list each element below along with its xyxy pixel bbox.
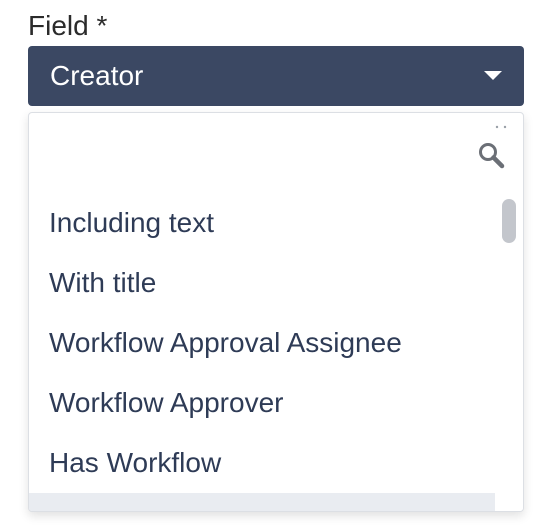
field-dropdown-menu: Including text With title Workflow Appro… bbox=[28, 112, 524, 512]
dropdown-option-highlighted[interactable]: Complies bbox=[29, 493, 495, 511]
field-select-value: Creator bbox=[50, 60, 144, 91]
dropdown-search-row bbox=[29, 113, 523, 193]
scrollbar-thumb[interactable] bbox=[502, 199, 516, 243]
caret-down-icon[interactable] bbox=[484, 71, 502, 80]
resize-dots-icon bbox=[495, 125, 507, 129]
field-label: Field * bbox=[28, 10, 108, 41]
dropdown-scrollbar[interactable] bbox=[495, 193, 523, 511]
dropdown-option[interactable]: With title bbox=[29, 253, 495, 313]
dropdown-option[interactable]: Workflow Approver bbox=[29, 373, 495, 433]
dropdown-option[interactable]: Including text bbox=[29, 193, 495, 253]
field-select[interactable]: Creator bbox=[28, 46, 524, 106]
search-icon[interactable] bbox=[477, 141, 505, 169]
dropdown-search-input[interactable] bbox=[39, 127, 473, 181]
dropdown-option[interactable]: Has Workflow bbox=[29, 433, 495, 493]
dropdown-option[interactable]: Workflow Approval Assignee bbox=[29, 313, 495, 373]
dropdown-options-list: Including text With title Workflow Appro… bbox=[29, 193, 496, 511]
